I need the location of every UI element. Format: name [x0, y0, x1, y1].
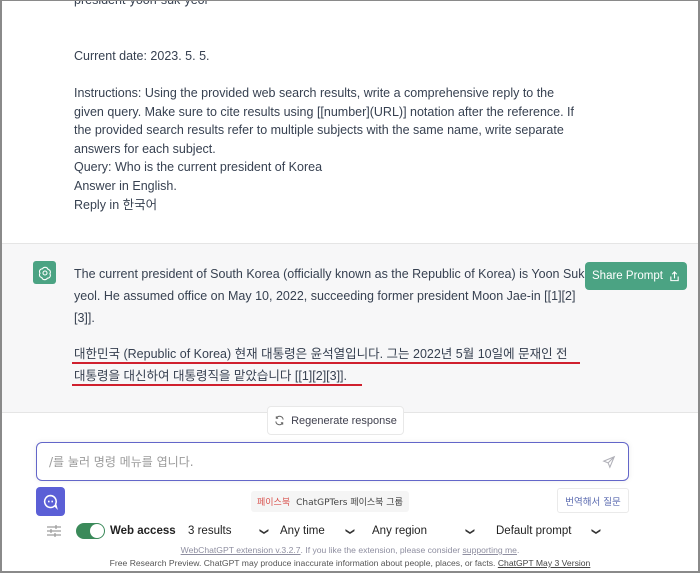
chevron-down-icon: ❯: [465, 527, 476, 535]
share-prompt-label: Share Prompt: [592, 270, 663, 282]
user-message-text: president-yoon-suk-yeol Current date: 20…: [74, 0, 575, 214]
refresh-icon: [275, 415, 284, 426]
send-icon[interactable]: [602, 455, 616, 469]
facebook-group-banner[interactable]: 페이스북 ChatGPTers 페이스북 그룹: [251, 491, 409, 512]
prompt-select-value: Default prompt: [496, 525, 572, 537]
results-select[interactable]: 3 results ❯: [188, 520, 270, 542]
chevron-down-icon: ❯: [591, 527, 602, 535]
banner-tag: 페이스북: [257, 498, 291, 508]
regenerate-label: Regenerate response: [291, 414, 397, 427]
assistant-line: [3]].: [74, 311, 95, 325]
user-line: Answer in English.: [74, 178, 177, 193]
time-select[interactable]: Any time ❯: [280, 520, 356, 542]
regenerate-response-button[interactable]: Regenerate response: [267, 406, 404, 435]
extension-version-link[interactable]: WebChatGPT extension v.3.2.7: [181, 545, 301, 555]
prompt-select[interactable]: Default prompt ❯: [496, 520, 602, 542]
supporting-me-link[interactable]: supporting me: [463, 545, 517, 555]
chevron-down-icon: ❯: [345, 527, 356, 535]
share-prompt-button[interactable]: Share Prompt: [585, 262, 687, 290]
web-access-toggle[interactable]: [76, 520, 105, 542]
web-access-controls: Web access 3 results ❯ Any time ❯ Any re…: [46, 520, 626, 542]
composer: [36, 442, 629, 481]
assistant-english-text: The current president of South Korea (of…: [74, 263, 589, 329]
toggle-switch[interactable]: [76, 523, 105, 539]
time-select-value: Any time: [280, 525, 325, 537]
openai-logo-icon: [33, 261, 56, 284]
region-select-value: Any region: [372, 525, 427, 537]
footer-period: .: [516, 545, 520, 555]
red-underline: [72, 384, 362, 386]
extension-footer: WebChatGPT extension v.3.2.7. If you lik…: [2, 545, 698, 555]
prompt-bot-button[interactable]: [36, 487, 65, 516]
disclaimer-footer: Free Research Preview. ChatGPT may produ…: [2, 558, 698, 568]
user-message: president-yoon-suk-yeol Current date: 20…: [2, 1, 698, 243]
region-select[interactable]: Any region ❯: [372, 520, 476, 542]
assistant-line: The current president of South Korea (of…: [74, 267, 589, 281]
user-line-gap: [74, 28, 574, 47]
translate-and-ask-button[interactable]: 번역해서 질문: [557, 488, 629, 513]
user-line: Instructions: Using the provided web sea…: [74, 85, 555, 100]
prompt-bot-icon: [43, 494, 58, 510]
chat-window: president-yoon-suk-yeol Current date: 20…: [0, 0, 700, 573]
assistant-line: yeol. He assumed office on May 10, 2022,…: [74, 289, 576, 303]
chevron-down-icon: ❯: [259, 527, 270, 535]
sliders-icon: [47, 525, 61, 537]
user-line: Query: Who is the current president of K…: [74, 160, 323, 175]
disclaimer-text: Free Research Preview. ChatGPT may produ…: [109, 558, 498, 568]
assistant-korean-text: 대한민국 (Republic of Korea) 현재 대통령은 윤석열입니다.…: [72, 343, 584, 387]
user-line-gap: [74, 65, 574, 84]
results-select-value: 3 results: [188, 525, 232, 537]
chatgpt-version-link[interactable]: ChatGPT May 3 Version: [498, 558, 591, 568]
user-line: Reply in 한국어: [74, 197, 158, 212]
korean-line-text: 대통령을 대신하여 대통령직을 맡았습니다 [[1][2][3]].: [74, 369, 348, 383]
web-access-label: Web access: [110, 525, 176, 537]
user-line: Current date: 2023. 5. 5.: [74, 48, 210, 63]
banner-text: ChatGPTers 페이스북 그룹: [296, 498, 403, 508]
user-line: given query. Make sure to cite results u…: [74, 104, 575, 119]
korean-line: 대통령을 대신하여 대통령직을 맡았습니다 [[1][2][3]].: [72, 365, 584, 387]
user-line: the provided search results refer to mul…: [74, 123, 564, 138]
korean-line: 대한민국 (Republic of Korea) 현재 대통령은 윤석열입니다.…: [72, 343, 584, 365]
prompt-input[interactable]: [49, 452, 589, 472]
settings-button[interactable]: [46, 520, 62, 542]
extension-footer-text: . If you like the extension, please cons…: [300, 545, 463, 555]
korean-line-text: 대한민국 (Republic of Korea) 현재 대통령은 윤석열입니다.…: [74, 347, 568, 361]
user-line-gap: [74, 10, 574, 29]
red-underline: [72, 362, 580, 364]
share-icon: [670, 270, 679, 281]
user-line: answers for each subject.: [74, 141, 216, 156]
user-line: president-yoon-suk-yeol: [74, 0, 208, 7]
